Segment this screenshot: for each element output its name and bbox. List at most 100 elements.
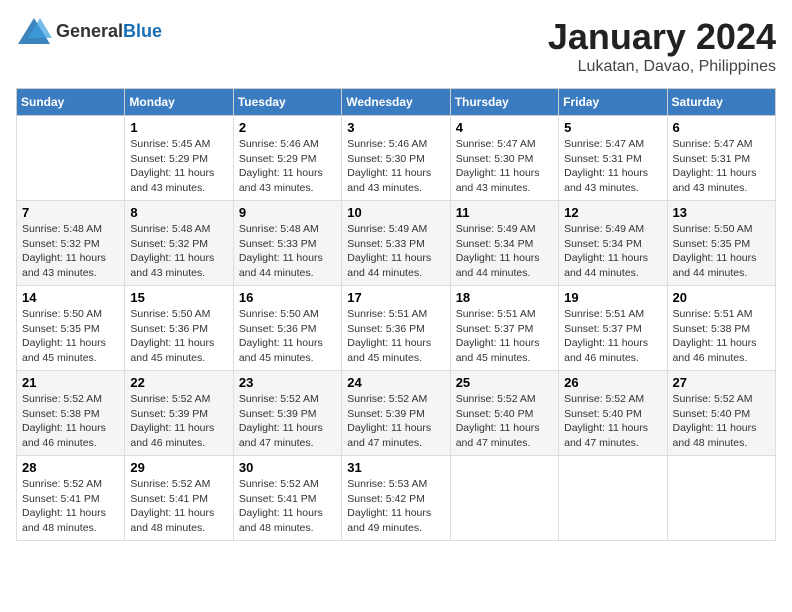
day-number: 7: [22, 205, 119, 220]
day-info: Sunrise: 5:51 AMSunset: 5:37 PMDaylight:…: [564, 307, 661, 366]
day-header-monday: Monday: [125, 89, 233, 116]
day-header-saturday: Saturday: [667, 89, 775, 116]
day-number: 1: [130, 120, 227, 135]
day-header-friday: Friday: [559, 89, 667, 116]
day-number: 15: [130, 290, 227, 305]
day-info: Sunrise: 5:52 AMSunset: 5:40 PMDaylight:…: [564, 392, 661, 451]
day-info: Sunrise: 5:45 AMSunset: 5:29 PMDaylight:…: [130, 137, 227, 196]
calendar-cell: 10 Sunrise: 5:49 AMSunset: 5:33 PMDayligh…: [342, 201, 450, 286]
day-number: 24: [347, 375, 444, 390]
calendar-cell: 3 Sunrise: 5:46 AMSunset: 5:30 PMDaylight…: [342, 116, 450, 201]
day-info: Sunrise: 5:50 AMSunset: 5:35 PMDaylight:…: [22, 307, 119, 366]
day-number: 19: [564, 290, 661, 305]
day-number: 4: [456, 120, 553, 135]
day-number: 20: [673, 290, 770, 305]
day-info: Sunrise: 5:48 AMSunset: 5:32 PMDaylight:…: [130, 222, 227, 281]
calendar-cell: 11 Sunrise: 5:49 AMSunset: 5:34 PMDayligh…: [450, 201, 558, 286]
day-number: 9: [239, 205, 336, 220]
day-info: Sunrise: 5:52 AMSunset: 5:39 PMDaylight:…: [130, 392, 227, 451]
calendar-cell: [450, 456, 558, 541]
calendar-week-2: 7 Sunrise: 5:48 AMSunset: 5:32 PMDaylight…: [17, 201, 776, 286]
header: GeneralBlue January 2024 Lukatan, Davao,…: [16, 16, 776, 76]
calendar-cell: 29 Sunrise: 5:52 AMSunset: 5:41 PMDayligh…: [125, 456, 233, 541]
day-number: 2: [239, 120, 336, 135]
day-number: 27: [673, 375, 770, 390]
calendar-cell: 21Sunrise: 5:52 AMSunset: 5:38 PMDayligh…: [17, 371, 125, 456]
calendar-cell: 27Sunrise: 5:52 AMSunset: 5:40 PMDayligh…: [667, 371, 775, 456]
day-info: Sunrise: 5:49 AMSunset: 5:33 PMDaylight:…: [347, 222, 444, 281]
calendar-week-5: 28 Sunrise: 5:52 AMSunset: 5:41 PMDayligh…: [17, 456, 776, 541]
calendar-cell: 26 Sunrise: 5:52 AMSunset: 5:40 PMDayligh…: [559, 371, 667, 456]
calendar-cell: 20 Sunrise: 5:51 AMSunset: 5:38 PMDayligh…: [667, 286, 775, 371]
calendar-cell: 22 Sunrise: 5:52 AMSunset: 5:39 PMDayligh…: [125, 371, 233, 456]
day-info: Sunrise: 5:52 AMSunset: 5:38 PMDaylight:…: [22, 392, 119, 451]
day-number: 22: [130, 375, 227, 390]
calendar-cell: 23 Sunrise: 5:52 AMSunset: 5:39 PMDayligh…: [233, 371, 341, 456]
calendar-cell: 6 Sunrise: 5:47 AMSunset: 5:31 PMDaylight…: [667, 116, 775, 201]
day-number: 12: [564, 205, 661, 220]
calendar-table: SundayMondayTuesdayWednesdayThursdayFrid…: [16, 88, 776, 541]
calendar-cell: 28 Sunrise: 5:52 AMSunset: 5:41 PMDayligh…: [17, 456, 125, 541]
day-number: 28: [22, 460, 119, 475]
calendar-cell: [667, 456, 775, 541]
calendar-cell: 7 Sunrise: 5:48 AMSunset: 5:32 PMDaylight…: [17, 201, 125, 286]
calendar-cell: 9Sunrise: 5:48 AMSunset: 5:33 PMDaylight…: [233, 201, 341, 286]
day-number: 23: [239, 375, 336, 390]
day-number: 14: [22, 290, 119, 305]
day-header-wednesday: Wednesday: [342, 89, 450, 116]
day-number: 26: [564, 375, 661, 390]
calendar-week-1: 1 Sunrise: 5:45 AMSunset: 5:29 PMDaylight…: [17, 116, 776, 201]
day-info: Sunrise: 5:47 AMSunset: 5:30 PMDaylight:…: [456, 137, 553, 196]
day-info: Sunrise: 5:50 AMSunset: 5:36 PMDaylight:…: [130, 307, 227, 366]
day-number: 3: [347, 120, 444, 135]
logo: GeneralBlue: [16, 16, 162, 46]
calendar-cell: 30Sunrise: 5:52 AMSunset: 5:41 PMDayligh…: [233, 456, 341, 541]
logo-general-text: General: [56, 21, 123, 41]
calendar-header-row: SundayMondayTuesdayWednesdayThursdayFrid…: [17, 89, 776, 116]
day-info: Sunrise: 5:49 AMSunset: 5:34 PMDaylight:…: [456, 222, 553, 281]
day-number: 29: [130, 460, 227, 475]
calendar-cell: 19 Sunrise: 5:51 AMSunset: 5:37 PMDayligh…: [559, 286, 667, 371]
calendar-location: Lukatan, Davao, Philippines: [548, 58, 776, 76]
day-number: 18: [456, 290, 553, 305]
day-info: Sunrise: 5:49 AMSunset: 5:34 PMDaylight:…: [564, 222, 661, 281]
logo-blue-text: Blue: [123, 21, 162, 41]
day-number: 13: [673, 205, 770, 220]
logo-icon: [16, 16, 52, 46]
day-header-thursday: Thursday: [450, 89, 558, 116]
day-number: 5: [564, 120, 661, 135]
calendar-cell: 8 Sunrise: 5:48 AMSunset: 5:32 PMDaylight…: [125, 201, 233, 286]
day-info: Sunrise: 5:50 AMSunset: 5:35 PMDaylight:…: [673, 222, 770, 281]
day-info: Sunrise: 5:47 AMSunset: 5:31 PMDaylight:…: [673, 137, 770, 196]
calendar-cell: 16Sunrise: 5:50 AMSunset: 5:36 PMDayligh…: [233, 286, 341, 371]
calendar-cell: 17Sunrise: 5:51 AMSunset: 5:36 PMDayligh…: [342, 286, 450, 371]
day-info: Sunrise: 5:50 AMSunset: 5:36 PMDaylight:…: [239, 307, 336, 366]
day-info: Sunrise: 5:46 AMSunset: 5:30 PMDaylight:…: [347, 137, 444, 196]
day-info: Sunrise: 5:47 AMSunset: 5:31 PMDaylight:…: [564, 137, 661, 196]
day-number: 10: [347, 205, 444, 220]
calendar-title: January 2024: [548, 16, 776, 58]
day-number: 8: [130, 205, 227, 220]
calendar-cell: 31 Sunrise: 5:53 AMSunset: 5:42 PMDayligh…: [342, 456, 450, 541]
day-info: Sunrise: 5:52 AMSunset: 5:39 PMDaylight:…: [239, 392, 336, 451]
calendar-cell: 14 Sunrise: 5:50 AMSunset: 5:35 PMDayligh…: [17, 286, 125, 371]
day-info: Sunrise: 5:51 AMSunset: 5:37 PMDaylight:…: [456, 307, 553, 366]
day-number: 6: [673, 120, 770, 135]
calendar-cell: 5 Sunrise: 5:47 AMSunset: 5:31 PMDaylight…: [559, 116, 667, 201]
calendar-week-4: 21Sunrise: 5:52 AMSunset: 5:38 PMDayligh…: [17, 371, 776, 456]
day-info: Sunrise: 5:52 AMSunset: 5:41 PMDaylight:…: [130, 477, 227, 536]
day-number: 11: [456, 205, 553, 220]
day-info: Sunrise: 5:51 AMSunset: 5:38 PMDaylight:…: [673, 307, 770, 366]
day-info: Sunrise: 5:52 AMSunset: 5:39 PMDaylight:…: [347, 392, 444, 451]
calendar-cell: 2Sunrise: 5:46 AMSunset: 5:29 PMDaylight…: [233, 116, 341, 201]
day-number: 30: [239, 460, 336, 475]
day-info: Sunrise: 5:48 AMSunset: 5:32 PMDaylight:…: [22, 222, 119, 281]
day-info: Sunrise: 5:53 AMSunset: 5:42 PMDaylight:…: [347, 477, 444, 536]
day-number: 31: [347, 460, 444, 475]
day-info: Sunrise: 5:52 AMSunset: 5:41 PMDaylight:…: [22, 477, 119, 536]
calendar-cell: 4 Sunrise: 5:47 AMSunset: 5:30 PMDaylight…: [450, 116, 558, 201]
day-info: Sunrise: 5:52 AMSunset: 5:40 PMDaylight:…: [456, 392, 553, 451]
calendar-cell: 24 Sunrise: 5:52 AMSunset: 5:39 PMDayligh…: [342, 371, 450, 456]
calendar-week-3: 14 Sunrise: 5:50 AMSunset: 5:35 PMDayligh…: [17, 286, 776, 371]
calendar-cell: 15 Sunrise: 5:50 AMSunset: 5:36 PMDayligh…: [125, 286, 233, 371]
